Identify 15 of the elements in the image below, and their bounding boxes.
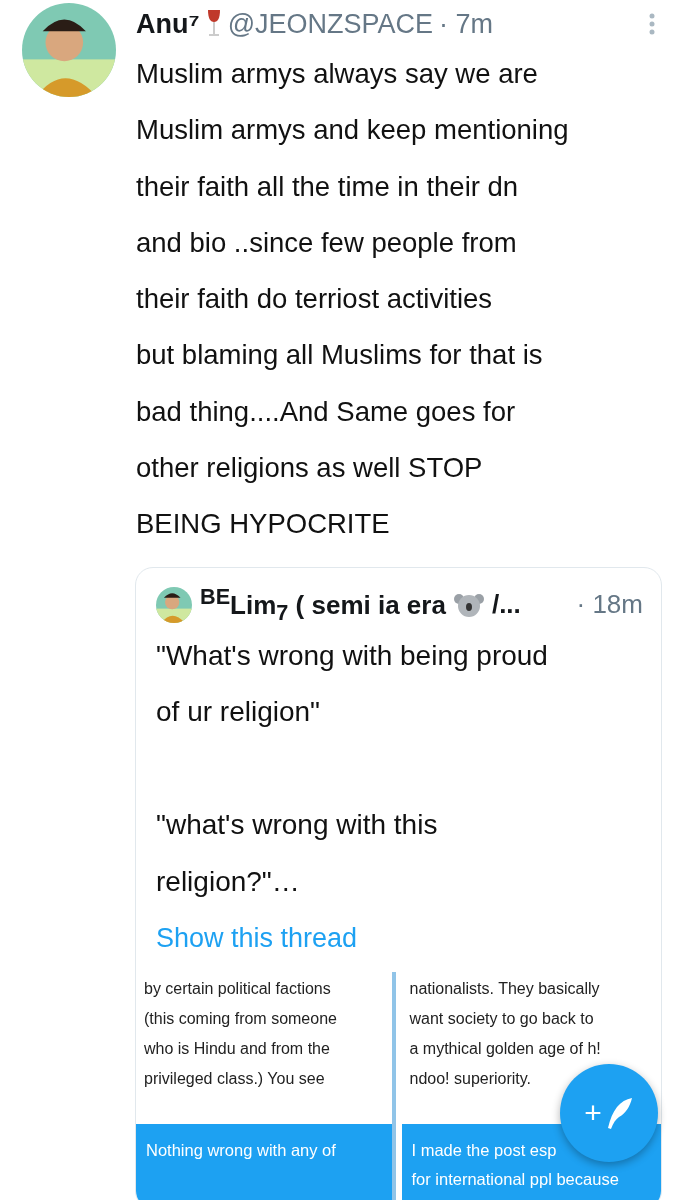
quoted-display-name-end: /... [491,589,521,621]
quoted-timestamp: · 18m [576,589,643,621]
timestamp: · 7m [439,8,494,40]
quoted-display-name: $^{BE}$Lim$_{7}$ ( semi ia era [200,583,446,626]
wine-glass-icon [205,9,222,39]
tweet-text: Muslim armys always say we are Muslim armys and keep mentioning their faith all the time in their dn and bio ..since few people from their faith do terriost activities but blaming all Muslims for that is bad thing....And Same goes for other religions as well STOP BEING HYPOCRITE [136,57,570,542]
username[interactable]: @JEONZSPACE [227,8,434,40]
screenshot-image[interactable]: by certain political factions (this coming from someone who is Hindu and from the privileged class.) You see Nothing wrong with any of [136,972,396,1200]
quoted-tweet-text: "What's wrong with being proud of ur religion" "what's wrong with this religion?"… [156,638,549,899]
display-name: Anu⁷ [136,8,200,40]
screenshot-text: by certain political factions (this coming from someone who is Hindu and from the privileged class.) You see [144,979,338,1090]
quoted-tweet-card[interactable] [135,566,662,1200]
koala-icon [453,591,484,618]
show-thread-link[interactable]: Show this thread [156,910,661,967]
screenshot-bubble-text: Nothing wrong with any of [136,1124,392,1200]
